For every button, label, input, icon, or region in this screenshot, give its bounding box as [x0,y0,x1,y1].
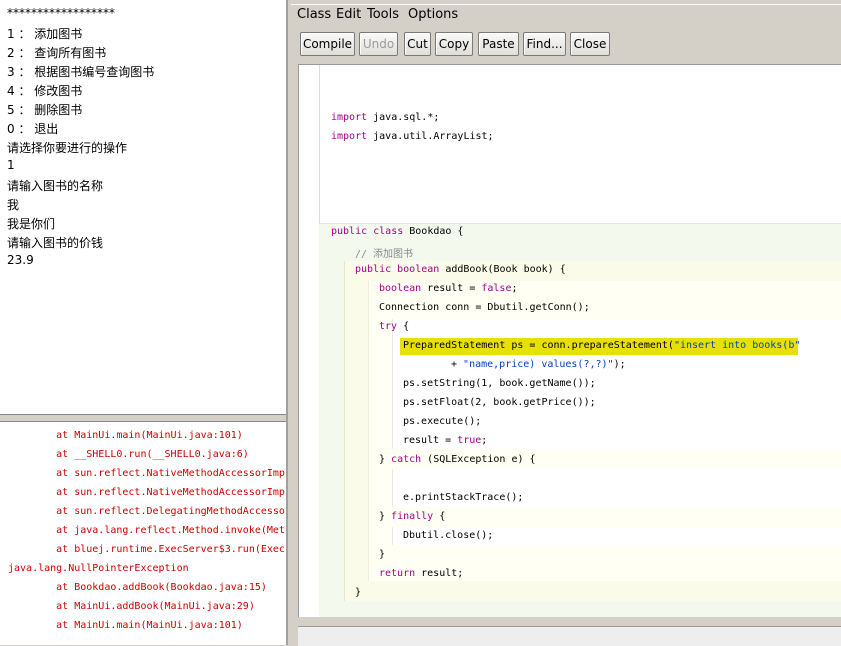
terminal-error-pane[interactable]: at MainUi.main(MainUi.java:101) at __SHE… [0,422,286,645]
error-line: at sun.reflect.NativeMethodAccessorImpl [8,487,286,498]
code-line: } catch (SQLException e) { [379,454,536,465]
string-literal: "name,price) values(?,?)" [463,359,614,370]
menu-options[interactable]: Options [408,7,458,22]
code-line: } [379,549,386,560]
error-line: at MainUi.main(MainUi.java:101) [8,430,243,441]
code-line: ps.setFloat(2, book.getPrice()); [403,397,596,408]
code-line: Dbutil.close(); [403,530,494,541]
code-line: } [355,587,362,598]
code-text: result = [403,435,458,446]
terminal-line: 1 [7,158,15,172]
find-button[interactable]: Find... [523,32,566,56]
code-line: PreparedStatement ps = conn.prepareState… [403,340,800,351]
editor-window: Class Edit Tools Options Compile Undo Cu… [289,0,841,646]
code-text: result = [421,283,482,294]
toolbar: Compile Undo Cut Copy Paste Find... Clos… [289,28,841,62]
error-line: at sun.reflect.DelegatingMethodAccessor [8,506,286,517]
code-line: boolean result = false; [379,283,518,294]
terminal-line: 1 ： 添加图书 [7,27,83,41]
code-comment: // 添加图书 [355,249,414,260]
code-text: { [433,511,446,522]
line-gutter[interactable] [299,65,320,617]
cut-button[interactable]: Cut [404,32,431,56]
terminal-line: 我 [7,198,20,212]
string-literal: "insert into books(b" [673,340,801,351]
close-button[interactable]: Close [570,32,610,56]
error-line: at MainUi.addBook(MainUi.java:29) [8,601,255,612]
compile-button[interactable]: Compile [300,32,355,56]
error-line: at __SHELL0.run(__SHELL0.java:6) [8,449,249,460]
keyword: catch [391,454,422,465]
terminal-line: ****************** [7,6,115,20]
keyword: finally [391,511,434,522]
code-text: { [397,321,410,332]
status-bar [298,626,841,646]
code-line: try { [379,321,409,332]
terminal-line: 0 ： 退出 [7,122,59,136]
error-line: at bluej.runtime.ExecServer$3.run(Exec [8,544,285,555]
keyword: return [379,568,416,579]
keyword: true [457,435,482,446]
terminal-line: 4 ： 修改图书 [7,84,83,98]
keyword: import [331,131,368,142]
code-text: java.sql.*; [367,112,440,123]
error-line: at java.lang.reflect.Method.invoke(Met [8,525,285,536]
keyword: public boolean [355,264,440,275]
code-line: result = true; [403,435,487,446]
code-text: Bookdao { [403,226,464,237]
undo-button[interactable]: Undo [359,32,398,56]
terminal-line: 2 ： 查询所有图书 [7,46,107,60]
copy-button[interactable]: Copy [435,32,473,56]
keyword: import [331,112,368,123]
terminal-line: 23.9 [7,253,34,267]
keyword: false [481,283,512,294]
menu-tools[interactable]: Tools [367,7,399,22]
window-border [286,0,288,645]
terminal-pane-divider[interactable] [0,414,286,422]
code-line: } finally { [379,511,445,522]
keyword: boolean [379,283,422,294]
code-text: java.util.ArrayList; [367,131,494,142]
keyword: public class [331,226,404,237]
code-line: Connection conn = Dbutil.getConn(); [379,302,590,313]
code-line: return result; [379,568,463,579]
code-text: ); [613,359,626,370]
code-text: addBook(Book book) { [439,264,566,275]
code-editor[interactable]: import java.sql.*; import java.util.Arra… [298,64,841,617]
code-text: ; [511,283,518,294]
menu-bar: Class Edit Tools Options [291,4,841,25]
error-line: java.lang.NullPointerException [8,563,189,574]
code-text: PreparedStatement ps = conn.prepareState… [403,340,674,351]
code-line: + "name,price) values(?,?)"); [451,359,626,370]
code-text: + [451,359,464,370]
code-text: } [379,454,392,465]
terminal-window: ****************** 1 ： 添加图书 2 ： 查询所有图书 3… [0,0,288,645]
code-text: (SQLException e) { [421,454,536,465]
paste-button[interactable]: Paste [478,32,519,56]
code-text: result; [415,568,464,579]
code-text: } [379,511,392,522]
menu-class[interactable]: Class [297,7,331,22]
terminal-line: 请选择你要进行的操作 [7,141,128,155]
terminal-line: 3 ： 根据图书编号查询图书 [7,65,155,79]
terminal-output-pane[interactable]: ****************** 1 ： 添加图书 2 ： 查询所有图书 3… [0,0,286,414]
terminal-line: 我是你们 [7,217,56,231]
keyword: try [379,321,398,332]
code-text: ; [481,435,488,446]
code-line: ps.execute(); [403,416,482,427]
code-line: public class Bookdao { [331,226,463,237]
code-line: e.printStackTrace(); [403,492,524,503]
terminal-line: 请输入图书的价钱 [7,236,104,250]
code-line: import java.util.ArrayList; [331,131,494,142]
code-line: ps.setString(1, book.getName()); [403,378,596,389]
error-line: at MainUi.main(MainUi.java:101) [8,620,243,631]
code-line: public boolean addBook(Book book) { [355,264,566,275]
terminal-line: 5 ： 删除图书 [7,103,83,117]
code-line: import java.sql.*; [331,112,439,123]
menu-edit[interactable]: Edit [336,7,361,22]
error-line: at sun.reflect.NativeMethodAccessorImpl [8,468,286,479]
error-line: at Bookdao.addBook(Bookdao.java:15) [8,582,267,593]
terminal-line: 请输入图书的名称 [7,179,104,193]
